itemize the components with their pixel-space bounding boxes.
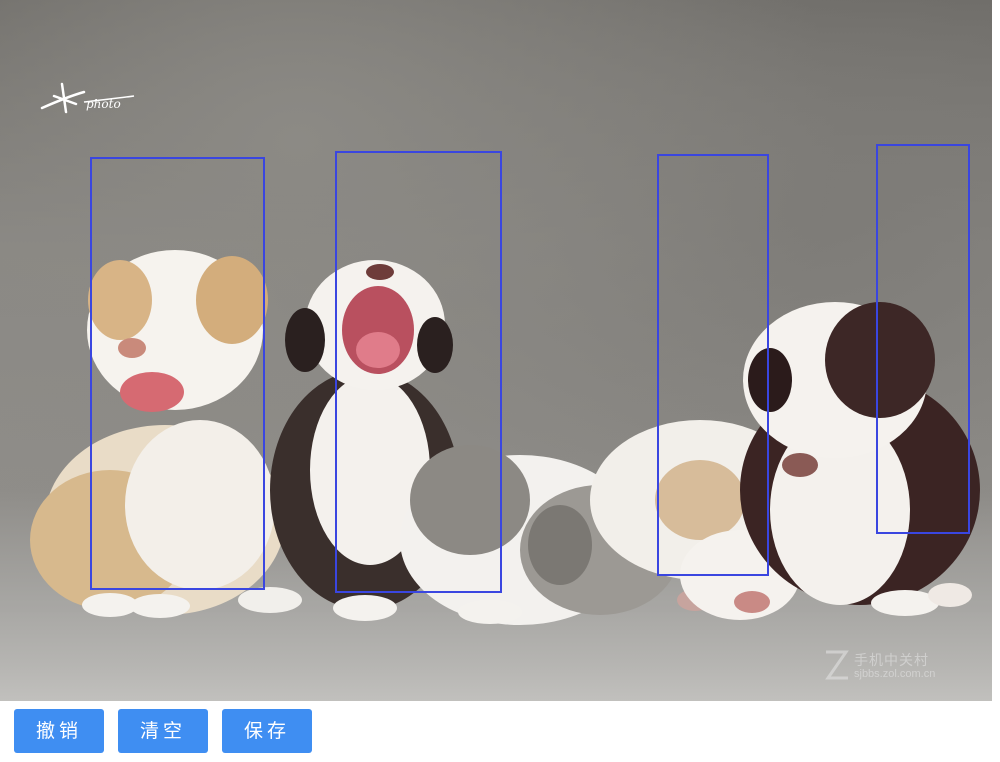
bounding-box-4[interactable]	[876, 144, 970, 534]
bounding-box-3[interactable]	[657, 154, 769, 576]
bounding-box-2[interactable]	[335, 151, 502, 593]
bounding-box-1[interactable]	[90, 157, 265, 590]
toolbar: 撤销 清空 保存	[0, 701, 1000, 762]
save-button[interactable]: 保存	[222, 709, 312, 753]
annotation-canvas[interactable]: photo 手机中关村 sjbbs.zol.com.cn	[0, 0, 992, 701]
watermark-text: 手机中关村	[854, 652, 929, 668]
svg-text:photo: photo	[86, 97, 121, 111]
photo-signature-logo: photo	[40, 82, 135, 114]
zol-watermark: 手机中关村 sjbbs.zol.com.cn	[822, 648, 972, 688]
undo-button[interactable]: 撤销	[14, 709, 104, 753]
zol-logo-icon	[825, 650, 849, 680]
clear-button[interactable]: 清空	[118, 709, 208, 753]
watermark-url: sjbbs.zol.com.cn	[854, 668, 936, 680]
